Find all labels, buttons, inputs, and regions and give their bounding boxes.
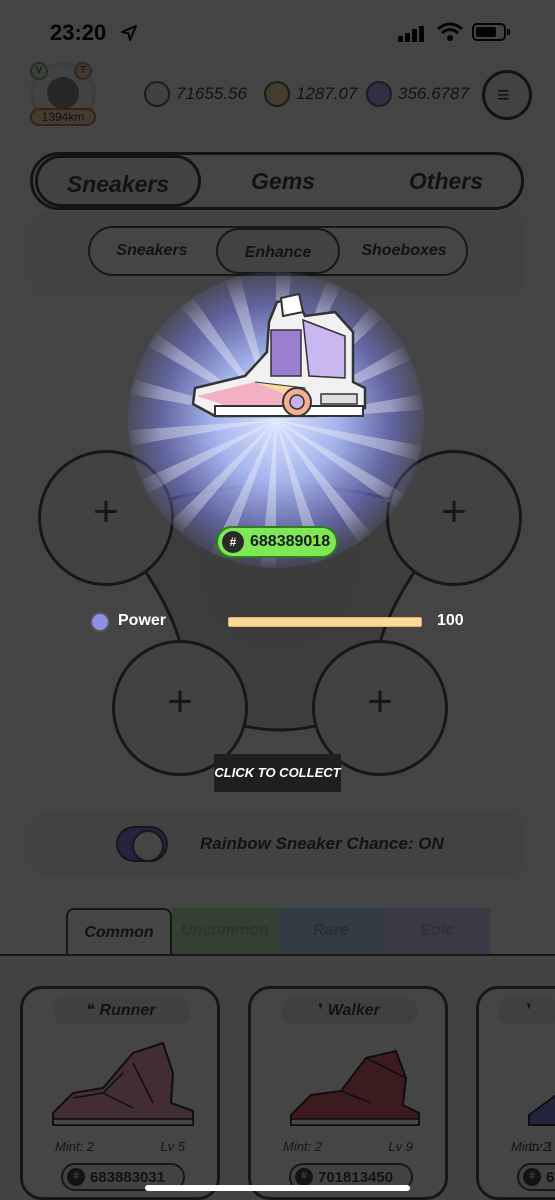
enhance-result: # 688389018 Power 100 CLICK TO COLLECT [0,0,555,1200]
hash-icon: # [222,531,244,553]
app-screen: 23:20 V T 1394km 71655.56 1287.07 356.67… [0,0,555,1200]
sneaker-id-pill: # 688389018 [216,526,338,558]
sneaker-id: 688389018 [250,533,331,550]
power-icon [90,612,110,632]
power-value: 100 [437,612,464,629]
result-sneaker-image [191,292,367,418]
home-indicator[interactable] [145,1185,410,1191]
power-label: Power [118,612,167,629]
collect-button[interactable]: CLICK TO COLLECT [214,754,341,792]
power-bar [228,617,422,627]
